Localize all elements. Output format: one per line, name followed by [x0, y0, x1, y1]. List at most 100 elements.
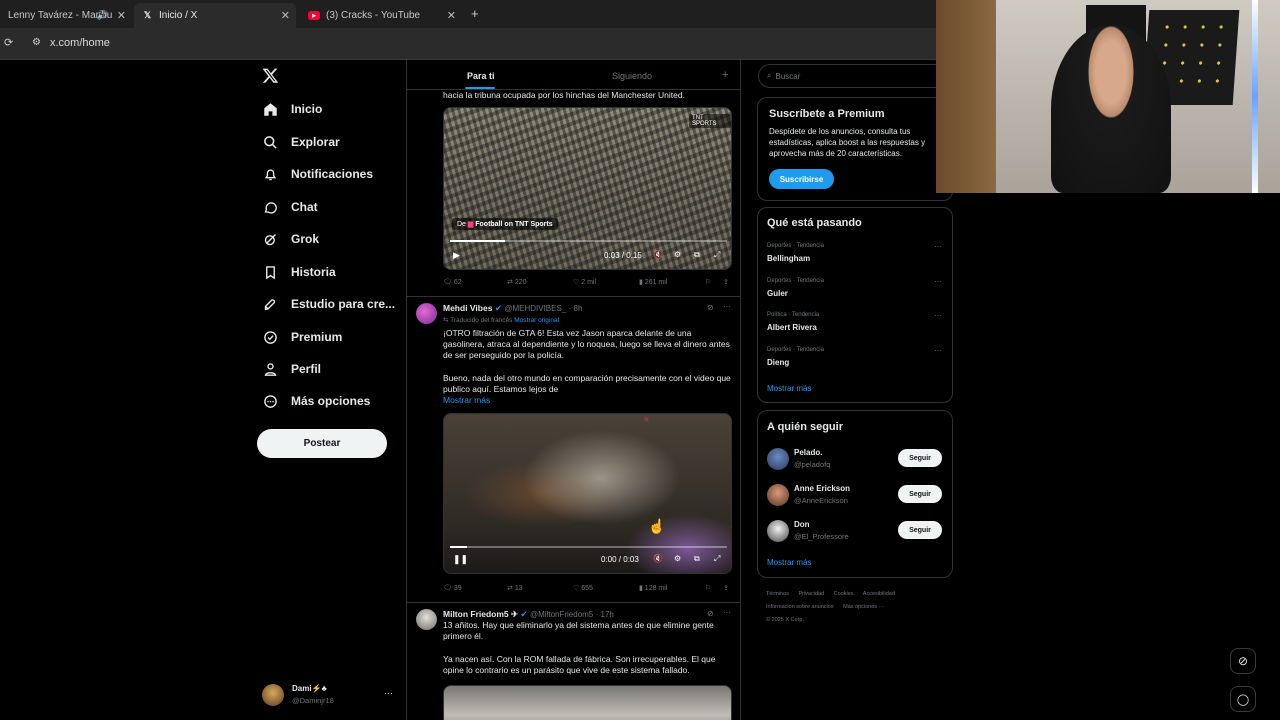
nav-label: Más opciones: [291, 394, 371, 408]
footer-link[interactable]: Más opciones ···: [843, 604, 884, 610]
video-progress[interactable]: [450, 240, 727, 242]
nav-label: Perfil: [291, 362, 322, 376]
more-icon[interactable]: ···: [934, 346, 942, 355]
verified-icon: [262, 329, 278, 345]
add-feed-icon[interactable]: +: [722, 69, 728, 81]
mute-icon[interactable]: 🔇: [653, 554, 663, 563]
views-button[interactable]: ▮ 261 mil: [639, 278, 667, 286]
account-switcher[interactable]: Dami⚡♣ @Daminjr18 ···: [262, 684, 400, 710]
nav-item-premium[interactable]: Premium: [262, 324, 342, 350]
footer-link[interactable]: Accesibilidad: [863, 591, 895, 597]
post-button[interactable]: Postear: [257, 429, 387, 458]
video-source-label[interactable]: De ▆ Football on TNT Sports: [452, 218, 558, 230]
tab-para-ti[interactable]: Para ti: [467, 71, 495, 81]
pip-icon[interactable]: ⧉: [694, 250, 700, 260]
author-name[interactable]: Milton Friedom5 ✈: [443, 609, 518, 619]
footer-link[interactable]: Información sobre anuncios: [766, 604, 834, 610]
timeline: hacia la tribuna ocupada por los hinchas…: [406, 60, 741, 720]
avatar: [262, 684, 284, 706]
footer-link[interactable]: Términos: [766, 591, 789, 597]
more-icon[interactable]: ···: [723, 608, 731, 617]
reload-icon[interactable]: ⟳: [4, 36, 13, 49]
author-handle[interactable]: @MiltonFriedom5: [530, 610, 593, 619]
trends-show-more-link[interactable]: Mostrar más: [767, 384, 811, 393]
verified-badge-icon: ✔: [520, 609, 528, 619]
tab-lenny[interactable]: Lenny Tavárez - Marihu 🔊 ✕: [0, 3, 132, 28]
tweet-video[interactable]: TNT SPORTS De ▆ Football on TNT Sports ▶…: [443, 107, 732, 270]
url-field[interactable]: x.com/home: [50, 37, 110, 49]
grok-icon[interactable]: ⊘: [707, 609, 714, 618]
reply-count: 62: [453, 279, 462, 286]
bookmark-icon[interactable]: ⚐: [705, 278, 711, 286]
grok-icon[interactable]: ⊘: [707, 303, 714, 312]
follow-button[interactable]: Seguir: [898, 521, 942, 539]
translate-icon: ⇆: [443, 317, 449, 324]
nav-item-mas-opciones[interactable]: Más opciones: [262, 388, 370, 414]
pause-icon[interactable]: ❚❚: [453, 554, 468, 565]
more-icon[interactable]: ···: [723, 302, 731, 311]
fullscreen-icon[interactable]: ⤢: [714, 554, 720, 564]
nav-label: Chat: [291, 200, 318, 214]
tweet-text: 13 añitos. Hay que eliminarlo ya del sis…: [443, 620, 714, 641]
follow-button[interactable]: Seguir: [898, 485, 942, 503]
new-tab-button[interactable]: +: [471, 6, 479, 21]
search-input[interactable]: ⌕ Buscar: [758, 64, 948, 88]
tab-x-home[interactable]: 𝕏 Inicio / X ✕: [134, 3, 296, 28]
close-tab-icon[interactable]: ✕: [281, 9, 290, 22]
reply-button[interactable]: 🗨 39: [443, 584, 462, 592]
more-icon[interactable]: ···: [934, 277, 942, 286]
share-icon[interactable]: ⇪: [723, 584, 729, 592]
follow-button[interactable]: Seguir: [898, 449, 942, 467]
show-original-link[interactable]: Mostrar original: [514, 317, 559, 324]
retweet-button[interactable]: ⇄ 220: [507, 278, 527, 286]
avatar[interactable]: [416, 609, 437, 630]
trends-card: Qué está pasando Deportes · Tendencia Be…: [757, 207, 953, 403]
source-prefix: De: [457, 221, 466, 228]
author-name[interactable]: Mehdi Vibes: [443, 303, 492, 313]
tweet-video[interactable]: ≋ ☝ ❚❚ 0:00 / 0:03 🔇 ⚙ ⧉ ⤢: [443, 413, 732, 574]
x-home-logo[interactable]: [262, 67, 279, 89]
grok-floating-button[interactable]: ⊘: [1230, 648, 1256, 674]
retweet-button[interactable]: ⇄ 13: [507, 584, 523, 592]
settings-icon[interactable]: ⚙: [674, 250, 681, 259]
avatar[interactable]: [416, 303, 437, 324]
like-button[interactable]: ♡ 2 mil: [573, 278, 596, 286]
subscribe-button[interactable]: Suscribirse: [769, 169, 834, 189]
play-icon[interactable]: ▶: [453, 250, 460, 261]
nav-item-notificaciones[interactable]: Notificaciones: [262, 161, 373, 187]
nav-item-inicio[interactable]: Inicio: [262, 96, 322, 122]
more-icon[interactable]: ···: [934, 311, 942, 320]
views-button[interactable]: ▮ 128 mil: [639, 584, 667, 592]
fullscreen-icon[interactable]: ⤢: [714, 250, 720, 260]
nav-item-grok[interactable]: Grok: [262, 226, 319, 252]
show-more-link[interactable]: Mostrar más: [443, 395, 490, 405]
nav-label: Inicio: [291, 102, 323, 116]
share-icon[interactable]: ⇪: [723, 278, 729, 286]
mute-icon[interactable]: 🔇: [653, 250, 663, 259]
nav-item-chat[interactable]: Chat: [262, 194, 318, 220]
close-tab-icon[interactable]: ✕: [117, 9, 126, 22]
like-button[interactable]: ♡ 655: [573, 584, 593, 592]
chat-floating-button[interactable]: ◯: [1230, 686, 1256, 712]
nav-item-historia[interactable]: Historia: [262, 259, 336, 285]
nav-item-explorar[interactable]: Explorar: [262, 129, 340, 155]
footer-link[interactable]: Privacidad: [798, 591, 824, 597]
more-icon[interactable]: ···: [934, 242, 942, 251]
tweet-image[interactable]: [443, 685, 732, 720]
nav-item-estudio[interactable]: Estudio para cre...: [262, 291, 395, 317]
bookmark-icon[interactable]: ⚐: [705, 584, 711, 592]
tab-siguiendo[interactable]: Siguiendo: [612, 71, 652, 81]
nav-item-perfil[interactable]: Perfil: [262, 356, 321, 382]
author-handle[interactable]: @MEHDIVIBES_: [504, 304, 566, 313]
close-tab-icon[interactable]: ✕: [447, 9, 456, 22]
more-icon[interactable]: ···: [384, 688, 393, 698]
retweet-count: 220: [514, 279, 527, 286]
footer-link[interactable]: Cookies: [834, 591, 854, 597]
pip-icon[interactable]: ⧉: [694, 554, 700, 564]
site-settings-icon[interactable]: ⚙: [32, 37, 41, 48]
reply-button[interactable]: 🗨 62: [443, 278, 462, 286]
follow-show-more-link[interactable]: Mostrar más: [767, 558, 811, 567]
settings-icon[interactable]: ⚙: [674, 554, 681, 563]
video-progress[interactable]: [450, 546, 727, 548]
tab-youtube[interactable]: ▶ (3) Cracks - YouTube ✕: [300, 3, 462, 28]
